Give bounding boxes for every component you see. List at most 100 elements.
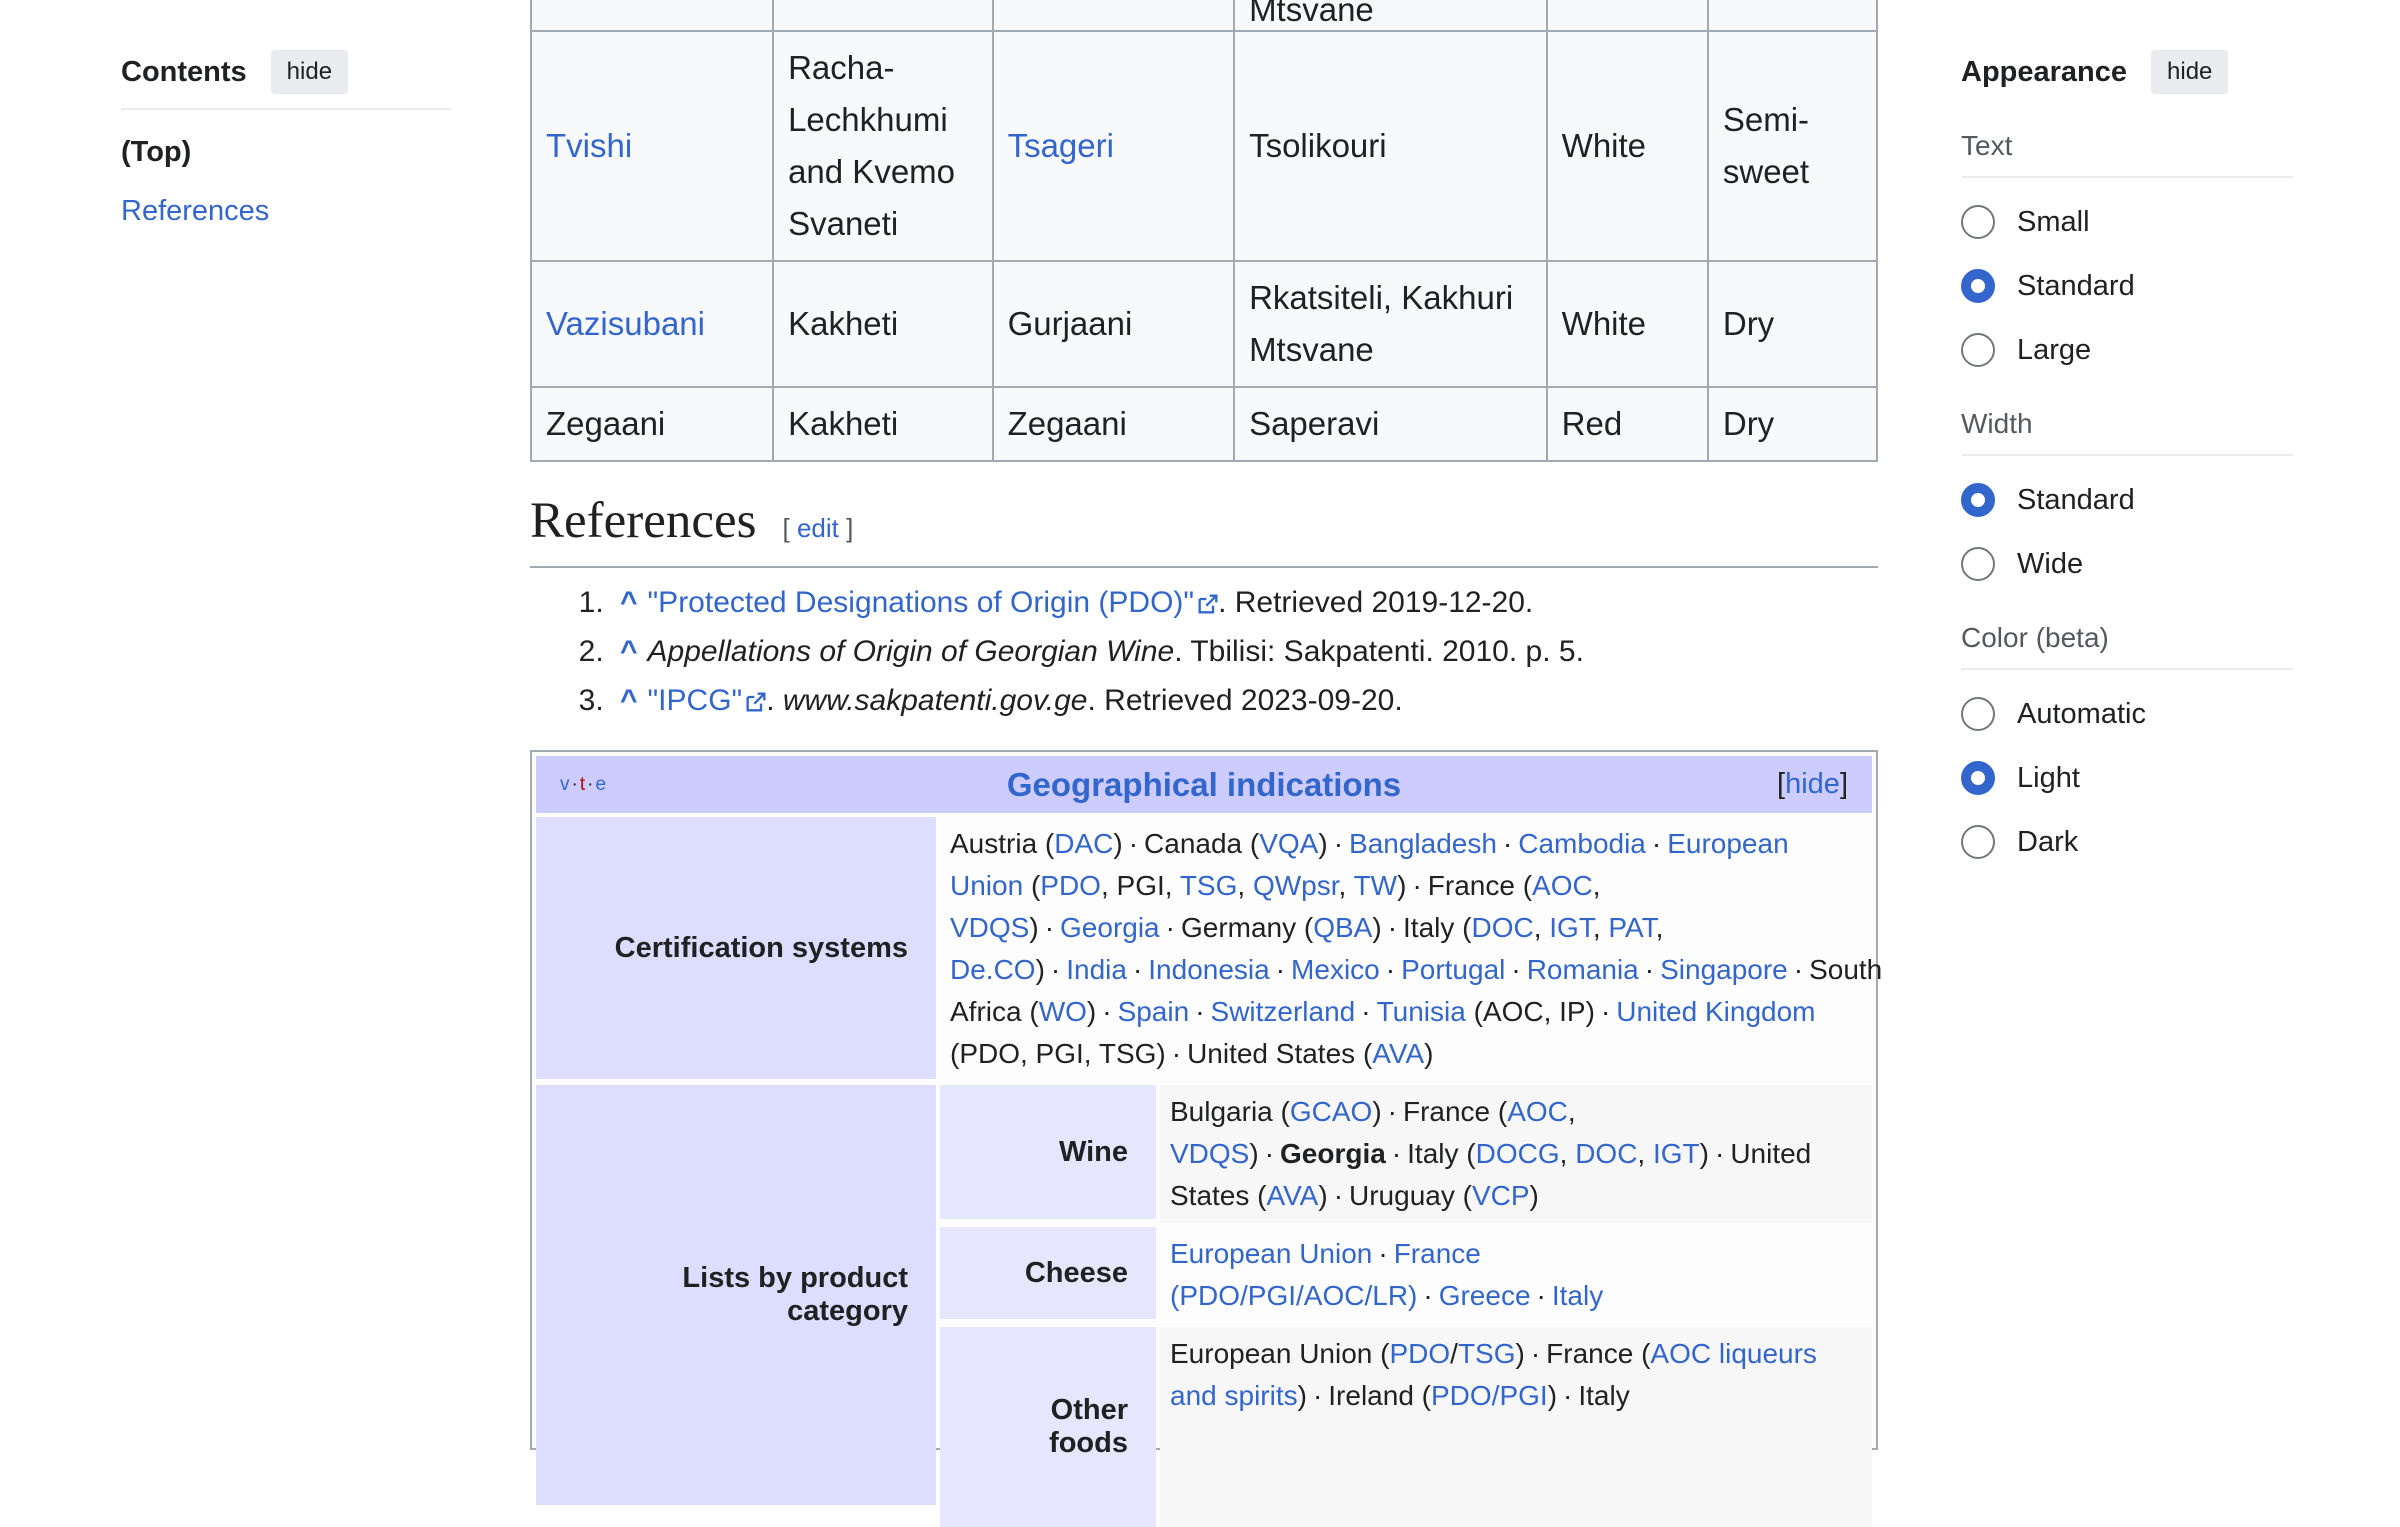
nav-link[interactable]: Greece (1439, 1280, 1531, 1311)
nav-link[interactable]: TW (1354, 870, 1398, 901)
nav-link[interactable]: PDO/PGI (1431, 1380, 1548, 1411)
edit-link[interactable]: edit (797, 513, 839, 543)
reference-item: ^ "Protected Designations of Origin (PDO)… (612, 578, 1912, 627)
reference-text: . Retrieved 2019-12-20. (1218, 586, 1534, 619)
radio-text-small[interactable]: Small (1961, 190, 2293, 254)
radio-color-light[interactable]: Light (1961, 746, 2293, 810)
navbox-subgroups: Wine Bulgaria (GCAO) · France (AOC, VDQS) ·… (940, 1085, 1872, 1527)
nav-link[interactable]: United Kingdom (1616, 996, 1815, 1027)
radio-circle[interactable] (1961, 825, 1995, 859)
radio-label: Small (2017, 205, 2090, 238)
backlink-caret[interactable]: ^ (620, 586, 638, 619)
radio-circle[interactable] (1961, 333, 1995, 367)
backlink-caret[interactable]: ^ (620, 635, 638, 668)
nav-link[interactable]: Georgia (1060, 912, 1160, 943)
nav-link[interactable]: VCP (1472, 1180, 1530, 1211)
nav-link[interactable]: QWpsr (1253, 870, 1339, 901)
nav-link[interactable]: IGT (1653, 1138, 1700, 1169)
reference-link[interactable]: "Protected Designations of Origin (PDO)" (648, 586, 1195, 619)
nav-link[interactable]: TSG (1458, 1338, 1516, 1369)
nav-link[interactable]: AVA (1266, 1180, 1318, 1211)
nav-link[interactable]: PDO (1389, 1338, 1450, 1369)
nav-link[interactable]: VQA (1259, 828, 1318, 859)
nav-link[interactable]: WO (1039, 996, 1087, 1027)
vte-edit-link[interactable]: e (595, 774, 608, 795)
nav-link[interactable]: GCAO (1290, 1096, 1372, 1127)
backlink-caret[interactable]: ^ (620, 684, 638, 717)
vte-talk-link[interactable]: t (580, 774, 587, 795)
radio-circle-selected[interactable] (1961, 269, 1995, 303)
nav-link[interactable]: Mexico (1291, 954, 1380, 985)
radio-color-dark[interactable]: Dark (1961, 810, 2293, 874)
navbox-subgroup-label: Cheese (940, 1227, 1156, 1319)
nav-link[interactable]: European Union (1170, 1238, 1372, 1269)
bracket: ] (838, 513, 854, 543)
nav-link[interactable]: Romania (1527, 954, 1639, 985)
nav-link[interactable]: DOC (1471, 912, 1533, 943)
vte-view-link[interactable]: v (560, 774, 572, 795)
district-link[interactable]: Tsageri (1008, 127, 1114, 164)
table-row: Mtsvane (529, 0, 1879, 32)
nav-link[interactable]: QBA (1313, 912, 1372, 943)
reference-link[interactable]: "IPCG" (648, 684, 743, 717)
nav-link[interactable]: Switzerland (1211, 996, 1356, 1027)
navbox-title[interactable]: Geographical indications (536, 766, 1872, 804)
reference-text: . Tbilisi: Sakpatenti. 2010. p. 5. (1174, 635, 1584, 668)
radio-circle[interactable] (1961, 697, 1995, 731)
radio-circle[interactable] (1961, 547, 1995, 581)
nav-link[interactable]: IGT (1549, 912, 1593, 943)
nav-link[interactable]: PDO (1040, 870, 1101, 901)
toc-item-top[interactable]: (Top) (121, 136, 451, 169)
nav-link[interactable]: VDQS (1170, 1138, 1249, 1169)
appearance-hide-button[interactable]: hide (2151, 50, 2229, 94)
nav-link[interactable]: AOC (1507, 1096, 1568, 1127)
nav-link[interactable]: Cambodia (1518, 828, 1646, 859)
vte-links: v·t·e (560, 773, 609, 795)
nav-link[interactable]: DOCG (1476, 1138, 1560, 1169)
nav-link[interactable]: TSG (1180, 870, 1238, 901)
toc-item-references[interactable]: References (121, 195, 269, 227)
nav-link[interactable]: VDQS (950, 912, 1029, 943)
navbox-group-label: Lists by product category (536, 1085, 936, 1505)
nav-link[interactable]: DOC (1575, 1138, 1637, 1169)
table-cell: White (1545, 260, 1709, 388)
references-heading: References [ edit ] (530, 492, 1878, 568)
reference-italic: www.sakpatenti.gov.ge (782, 684, 1088, 717)
nav-link[interactable]: AOC (1532, 870, 1593, 901)
nav-link[interactable]: AVA (1372, 1038, 1424, 1069)
nav-link[interactable]: DAC (1054, 828, 1113, 859)
nav-link[interactable]: Indonesia (1148, 954, 1269, 985)
navbox-list: Bulgaria (GCAO) · France (AOC, VDQS) · Georg… (1160, 1085, 1872, 1223)
radio-circle[interactable] (1961, 205, 1995, 239)
reference-item: ^ "IPCG". www.sakpatenti.gov.ge. Retrieve… (612, 676, 1912, 725)
nav-link[interactable]: De.CO (950, 954, 1036, 985)
table-cell: Dry (1706, 386, 1879, 462)
navbox-title-bar: v·t·e Geographical indications [hide] (536, 756, 1872, 813)
table-row: Tvishi Racha-Lechkhumi and Kvemo Svaneti… (529, 30, 1879, 262)
appellation-link[interactable]: Tvishi (546, 127, 632, 164)
radio-color-automatic[interactable]: Automatic (1961, 682, 2293, 746)
nav-link[interactable]: Spain (1118, 996, 1190, 1027)
navbox-subgroup-label: Other foods (940, 1327, 1156, 1527)
navbox-hide-link[interactable]: hide (1785, 768, 1840, 800)
nav-link[interactable]: Bangladesh (1349, 828, 1497, 859)
appellation-link[interactable]: Vazisubani (546, 305, 705, 342)
table-cell (1706, 0, 1879, 32)
radio-text-standard[interactable]: Standard (1961, 254, 2293, 318)
nav-link[interactable]: Singapore (1660, 954, 1788, 985)
radio-text-large[interactable]: Large (1961, 318, 2293, 382)
nav-link[interactable]: India (1066, 954, 1127, 985)
table-row: Zegaani Kakheti Zegaani Saperavi Red Dry (529, 386, 1879, 462)
radio-circle-selected[interactable] (1961, 761, 1995, 795)
nav-link[interactable]: PAT (1608, 912, 1655, 943)
nav-link[interactable]: Italy (1552, 1280, 1603, 1311)
radio-width-wide[interactable]: Wide (1961, 532, 2293, 596)
radio-circle-selected[interactable] (1961, 483, 1995, 517)
table-cell: Rkatsiteli, Kakhuri Mtsvane (1233, 260, 1548, 388)
table-cell: Mtsvane (1233, 0, 1548, 32)
toc-hide-button[interactable]: hide (270, 50, 349, 94)
nav-link[interactable]: Portugal (1401, 954, 1505, 985)
nav-link[interactable]: Tunisia (1377, 996, 1466, 1027)
radio-width-standard[interactable]: Standard (1961, 468, 2293, 532)
color-options: Automatic Light Dark (1961, 682, 2293, 874)
